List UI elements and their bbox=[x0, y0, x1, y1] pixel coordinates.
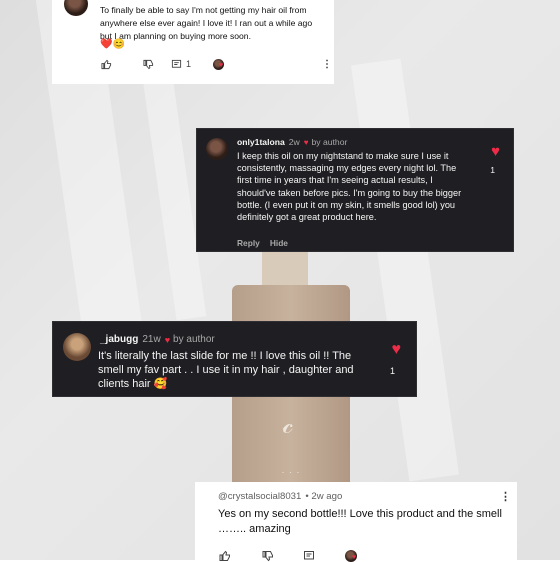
heart-icon: ♥ bbox=[164, 334, 171, 345]
instagram-comment-2: _jabugg 21w ♥ by author It's literally t… bbox=[52, 321, 417, 397]
bottle-logo: 𝒸 bbox=[282, 410, 294, 440]
comment-age: 2w bbox=[288, 137, 300, 147]
username[interactable]: @crystalsocial8031 bbox=[218, 491, 301, 502]
reply-button[interactable]: Reply bbox=[237, 238, 260, 248]
comment-age: • 2w ago bbox=[305, 491, 343, 502]
background-photo: 𝒸 · · · bbox=[0, 0, 560, 560]
thumbs-down-icon[interactable] bbox=[261, 549, 274, 562]
comment-text: Yes on my second bottle!!! Love this pro… bbox=[218, 508, 502, 535]
instagram-comment-1: only1talona 2w ♥ by author I keep this o… bbox=[196, 128, 514, 252]
like-heart-icon[interactable]: ♥ bbox=[491, 143, 500, 160]
comment-text: It's literally the last slide for me !! … bbox=[98, 350, 354, 390]
like-count: 1 bbox=[490, 165, 495, 175]
like-count: 1 bbox=[389, 366, 395, 376]
more-vertical-icon[interactable]: ⋮ bbox=[322, 59, 332, 70]
comment-age: 21w bbox=[142, 334, 161, 345]
comment-text: I keep this oil on my nightstand to make… bbox=[237, 151, 462, 223]
thumbs-up-icon[interactable] bbox=[218, 549, 231, 562]
username[interactable]: only1talona bbox=[237, 137, 285, 147]
liked-by-author: by author bbox=[173, 334, 215, 345]
comment-emoji: ❤️😊 bbox=[100, 39, 125, 50]
username[interactable]: _jabugg bbox=[100, 334, 138, 345]
avatar bbox=[206, 138, 228, 160]
comment-text: To finally be able to say I'm not gettin… bbox=[100, 5, 313, 41]
youtube-comment-bottom: @crystalsocial8031 • 2w ago ⋮ Yes on my … bbox=[195, 482, 517, 562]
reply-icon[interactable] bbox=[302, 549, 315, 562]
reply-count: 1 bbox=[186, 59, 192, 69]
thumbs-up-icon[interactable] bbox=[100, 58, 112, 70]
bottle-brand-mark: · · · bbox=[281, 467, 301, 477]
thumbs-down-icon[interactable] bbox=[142, 58, 154, 70]
heart-icon: ♥ bbox=[303, 137, 309, 147]
creator-heart-avatar: ♥ bbox=[213, 58, 225, 70]
liked-by-author: by author bbox=[311, 137, 348, 147]
light-streak bbox=[351, 58, 459, 482]
reply-icon[interactable] bbox=[170, 58, 182, 70]
hide-button[interactable]: Hide bbox=[270, 238, 288, 248]
youtube-comment-top: To finally be able to say I'm not gettin… bbox=[52, 0, 334, 84]
avatar bbox=[64, 0, 88, 16]
like-heart-icon[interactable]: ♥ bbox=[392, 341, 402, 359]
avatar bbox=[63, 333, 91, 361]
heart-icon: ♥ bbox=[219, 61, 224, 69]
more-vertical-icon[interactable]: ⋮ bbox=[500, 490, 511, 503]
heart-icon: ♥ bbox=[352, 553, 357, 561]
